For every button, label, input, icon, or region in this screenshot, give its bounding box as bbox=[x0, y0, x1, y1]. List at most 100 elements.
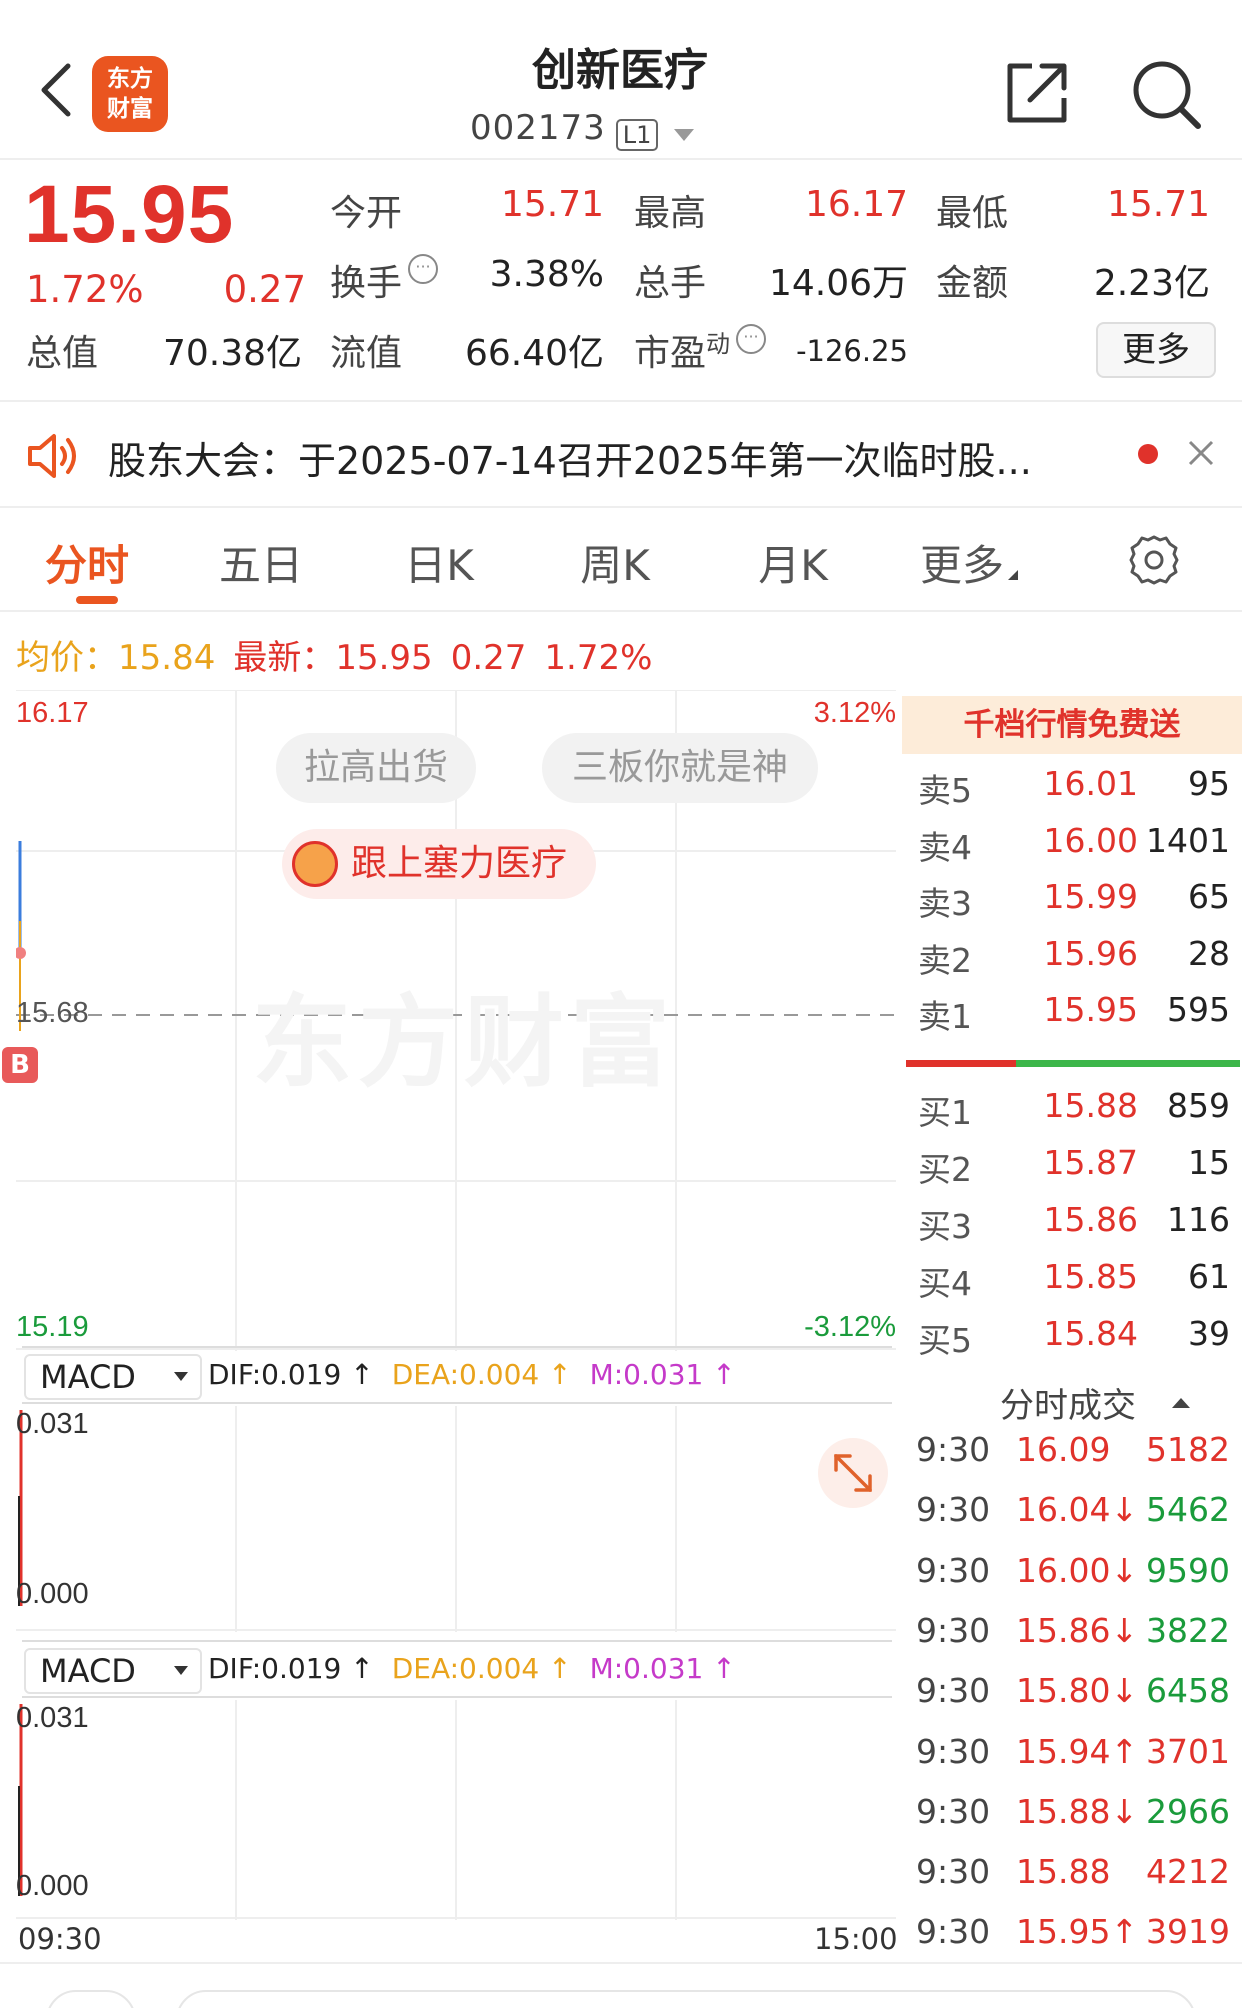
tick-row: 9:30 15.88 4212 bbox=[912, 1852, 1238, 1910]
high-label: 最高 bbox=[634, 193, 707, 234]
order-book-promo-banner[interactable]: 千档行情免费送 bbox=[902, 696, 1242, 754]
caret-up-icon[interactable] bbox=[1172, 1398, 1190, 1408]
tick-time: 9:30 bbox=[916, 1791, 991, 1831]
speaker-icon bbox=[28, 434, 76, 478]
comment-pill[interactable]: 拉高出货 bbox=[276, 733, 476, 803]
macd-y-min: 0.000 bbox=[16, 1578, 89, 1610]
ask-row[interactable]: 卖5 16.01 95 bbox=[912, 764, 1234, 820]
expand-icon bbox=[834, 1454, 872, 1492]
turnover-value: 3.38% bbox=[489, 254, 604, 295]
indicator-select-label: MACD bbox=[40, 1358, 136, 1396]
latest-point bbox=[16, 947, 26, 959]
top-header: 东方 财富 创新医疗 002173 L1 bbox=[0, 0, 1242, 160]
back-chevron-icon[interactable] bbox=[36, 60, 76, 120]
comment-pill[interactable]: 三板你就是神 bbox=[542, 733, 818, 803]
level-label: 买1 bbox=[918, 1093, 972, 1132]
buy-marker[interactable]: B bbox=[2, 1047, 38, 1083]
level-label: 买3 bbox=[918, 1207, 972, 1246]
subchart-grid bbox=[16, 1700, 896, 1920]
ticks-title[interactable]: 分时成交 bbox=[1000, 1378, 1136, 1427]
tick-price: 15.94↑ bbox=[1016, 1731, 1139, 1771]
macd-subchart[interactable]: 0.031 0.000 bbox=[16, 1406, 896, 1632]
bid-row[interactable]: 买3 15.86 116 bbox=[912, 1200, 1234, 1256]
close-icon[interactable] bbox=[1186, 438, 1216, 468]
bid-row[interactable]: 买5 15.84 39 bbox=[912, 1314, 1234, 1370]
macd-subchart[interactable]: 0.031 0.000 bbox=[16, 1700, 896, 1920]
bid-row[interactable]: 买4 15.85 61 bbox=[912, 1257, 1234, 1313]
ask-row[interactable]: 卖2 15.96 28 bbox=[912, 934, 1234, 990]
indicator-select[interactable]: MACD bbox=[24, 1648, 202, 1694]
tab-more[interactable]: 更多 bbox=[904, 532, 1034, 593]
amount-label: 金额 bbox=[936, 263, 1009, 304]
ask-row[interactable]: 卖1 15.95 595 bbox=[912, 990, 1234, 1046]
dea-value: DEA:0.004 ↑ bbox=[391, 1652, 572, 1685]
dif-value: DIF:0.019 ↑ bbox=[208, 1358, 374, 1391]
tick-row: 9:30 15.80↓ 6458 bbox=[912, 1671, 1238, 1729]
turnover-label[interactable]: 换手 ··· bbox=[330, 254, 439, 306]
tab-five-day[interactable]: 五日 bbox=[196, 532, 326, 593]
level-price: 15.99 bbox=[1043, 877, 1138, 916]
macd-y-min: 0.000 bbox=[16, 1870, 89, 1902]
logo-line-1: 东方 bbox=[107, 66, 153, 92]
tab-intraday[interactable]: 分时 bbox=[22, 532, 152, 593]
ask-row[interactable]: 卖3 15.99 65 bbox=[912, 877, 1234, 933]
tick-price: 16.04↓ bbox=[1016, 1490, 1139, 1530]
share-icon[interactable] bbox=[1002, 58, 1072, 128]
chart-period-tabs: 分时 五日 日K 周K 月K 更多 bbox=[0, 510, 1242, 612]
tab-daily-k[interactable]: 日K bbox=[374, 532, 504, 593]
info-icon[interactable]: ··· bbox=[736, 324, 767, 354]
intraday-chart[interactable]: 东方财富 16.17 3.12% 15.68 15.19 -3.12% B 拉高… bbox=[2, 690, 896, 1351]
level-price: 15.88 bbox=[1043, 1086, 1138, 1125]
tick-volume: 6458 bbox=[1146, 1671, 1230, 1711]
tick-price: 15.80↓ bbox=[1016, 1671, 1139, 1711]
tick-price: 16.00↓ bbox=[1016, 1550, 1139, 1590]
tick-time: 9:30 bbox=[916, 1731, 991, 1771]
caret-down-icon bbox=[174, 1666, 188, 1675]
level-label: 买5 bbox=[918, 1321, 972, 1360]
tick-row: 9:30 16.09 5182 bbox=[912, 1430, 1238, 1488]
expand-chart-button[interactable] bbox=[818, 1438, 888, 1508]
avg-value: 15.84 bbox=[118, 638, 216, 678]
tick-volume: 2966 bbox=[1146, 1791, 1230, 1831]
level-volume: 595 bbox=[1167, 990, 1230, 1029]
level-volume: 95 bbox=[1188, 764, 1230, 803]
tick-volume: 5462 bbox=[1146, 1490, 1230, 1530]
m-value: M:0.031 ↑ bbox=[589, 1358, 736, 1391]
follow-stock-pill[interactable]: 跟上塞力医疗 bbox=[282, 829, 596, 899]
latest-pct: 1.72% bbox=[544, 638, 653, 678]
more-stats-button[interactable]: 更多 bbox=[1096, 322, 1216, 378]
info-icon[interactable]: ··· bbox=[408, 254, 439, 284]
stock-name[interactable]: 创新医疗 bbox=[420, 34, 820, 98]
gear-icon[interactable] bbox=[1128, 534, 1180, 586]
tab-weekly-k[interactable]: 周K bbox=[550, 532, 680, 593]
time-axis-start: 09:30 bbox=[18, 1922, 102, 1956]
tick-row: 9:30 15.94↑ 3701 bbox=[912, 1732, 1238, 1790]
tick-price: 16.09 bbox=[1016, 1430, 1111, 1469]
watermark: 东方财富 bbox=[252, 984, 676, 1101]
pe-label[interactable]: 市盈动 ··· bbox=[634, 324, 767, 376]
mktcap-label: 总值 bbox=[26, 333, 99, 374]
corner-caret-icon bbox=[1008, 570, 1018, 580]
tick-time: 9:30 bbox=[916, 1550, 991, 1590]
ask-row[interactable]: 卖4 16.00 1401 bbox=[912, 821, 1234, 877]
macd-values: DIF:0.019 ↑ DEA:0.004 ↑ M:0.031 ↑ bbox=[208, 1358, 736, 1391]
level-price: 15.84 bbox=[1043, 1314, 1138, 1353]
bid-row[interactable]: 买2 15.87 15 bbox=[912, 1143, 1234, 1199]
announcement-text[interactable]: 股东大会：于2025-07-14召开2025年第一次临时股... bbox=[108, 430, 1032, 485]
tick-volume: 3919 bbox=[1146, 1912, 1230, 1952]
stock-code-row[interactable]: 002173 L1 bbox=[470, 108, 770, 158]
announcement-bar[interactable]: 股东大会：于2025-07-14召开2025年第一次临时股... bbox=[0, 400, 1242, 508]
tab-monthly-k[interactable]: 月K bbox=[728, 532, 858, 593]
search-icon[interactable] bbox=[1130, 58, 1202, 130]
bid-row[interactable]: 买1 15.88 859 bbox=[912, 1086, 1234, 1142]
tick-price: 15.95↑ bbox=[1016, 1912, 1139, 1952]
pe-sup: 动 bbox=[706, 330, 731, 358]
macd-indicator-bar: MACD DIF:0.019 ↑ DEA:0.004 ↑ M:0.031 ↑ bbox=[22, 1640, 892, 1698]
bottom-input-pill[interactable] bbox=[176, 1990, 1196, 2008]
open-value: 15.71 bbox=[500, 184, 604, 225]
indicator-select[interactable]: MACD bbox=[24, 1354, 202, 1400]
tick-time: 9:30 bbox=[916, 1430, 991, 1469]
change-amount: 0.27 bbox=[223, 268, 306, 311]
subchart-grid bbox=[16, 1406, 896, 1632]
tab-more-label: 更多 bbox=[919, 541, 1004, 590]
